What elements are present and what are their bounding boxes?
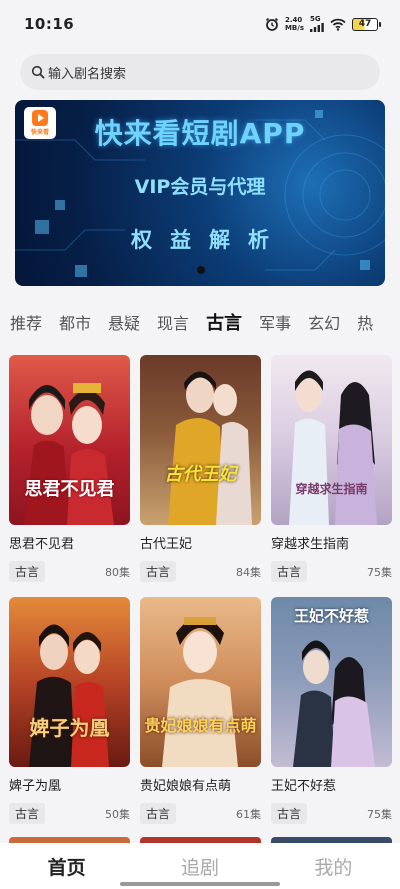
banner-title: 快来看短剧APP bbox=[94, 117, 306, 150]
episode-count: 50集 bbox=[105, 807, 130, 821]
drama-meta: 古言 75集 bbox=[271, 561, 392, 582]
status-time: 10:16 bbox=[24, 15, 75, 33]
episode-count: 80集 bbox=[105, 565, 130, 579]
poster-figures bbox=[29, 624, 109, 767]
nav-home[interactable]: 首页 bbox=[48, 853, 86, 880]
search-icon bbox=[31, 65, 45, 79]
poster-figures bbox=[168, 371, 252, 525]
category-tabs: 推荐 都市 悬疑 现言 古言 军事 玄幻 热 bbox=[0, 304, 400, 340]
genre-badge: 古言 bbox=[271, 561, 308, 582]
nav-profile[interactable]: 我的 bbox=[314, 853, 352, 880]
poster-title: 古代王妃 bbox=[164, 464, 237, 485]
drama-title[interactable]: 婢子为凰 bbox=[9, 779, 130, 795]
drama-meta: 古言 50集 bbox=[9, 803, 130, 824]
tab-military[interactable]: 军事 bbox=[259, 310, 291, 334]
poster-title: 思君不见君 bbox=[24, 479, 115, 500]
episode-count: 75集 bbox=[367, 565, 392, 579]
network-type: 5G bbox=[310, 15, 321, 23]
tab-hot[interactable]: 热 bbox=[357, 310, 373, 334]
drama-title[interactable]: 穿越求生指南 bbox=[271, 537, 392, 553]
genre-badge: 古言 bbox=[271, 803, 308, 824]
tab-modern-romance[interactable]: 现言 bbox=[157, 310, 189, 334]
tab-ancient-romance[interactable]: 古言 bbox=[206, 309, 242, 335]
drama-title[interactable]: 古代王妃 bbox=[140, 537, 261, 553]
drama-card[interactable]: 贵妃娘娘有点萌 贵妃娘娘有点萌 古言 61集 bbox=[140, 597, 261, 824]
drama-title[interactable]: 王妃不好惹 bbox=[271, 779, 392, 795]
drama-poster[interactable]: 婢子为凰 bbox=[9, 597, 130, 767]
poster-title: 贵妃娘娘有点萌 bbox=[144, 716, 257, 735]
wifi-icon bbox=[330, 18, 346, 31]
search-input[interactable]: 输入剧名搜索 bbox=[20, 54, 380, 90]
drama-meta: 古言 61集 bbox=[140, 803, 261, 824]
drama-title[interactable]: 贵妃娘娘有点萌 bbox=[140, 779, 261, 795]
net-speed: 2.40 MB/s bbox=[285, 16, 304, 32]
tab-suspense[interactable]: 悬疑 bbox=[108, 310, 140, 334]
drama-poster[interactable]: 王妃不好惹 bbox=[271, 597, 392, 767]
genre-badge: 古言 bbox=[140, 561, 177, 582]
poster-title: 穿越求生指南 bbox=[295, 482, 368, 496]
tab-fantasy[interactable]: 玄幻 bbox=[308, 310, 340, 334]
net-speed-value: 2.40 bbox=[284, 16, 303, 24]
drama-card[interactable]: 婢子为凰 婢子为凰 古言 50集 bbox=[9, 597, 130, 824]
drama-poster[interactable]: 古代王妃 bbox=[140, 355, 261, 525]
tab-urban[interactable]: 都市 bbox=[59, 310, 91, 334]
tab-recommend[interactable]: 推荐 bbox=[10, 310, 42, 334]
promo-banner[interactable]: 快来看 快来看短剧APP VIP会员与代理 权益解析 bbox=[15, 100, 385, 286]
search-placeholder: 输入剧名搜索 bbox=[48, 66, 127, 82]
genre-badge: 古言 bbox=[9, 561, 46, 582]
home-indicator[interactable] bbox=[120, 882, 280, 886]
banner-tagline: 权益解析 bbox=[131, 228, 287, 252]
drama-card[interactable]: 穿越求生指南 穿越求生指南 古言 75集 bbox=[271, 355, 392, 582]
poster-figures bbox=[289, 370, 377, 525]
drama-meta: 古言 75集 bbox=[271, 803, 392, 824]
nav-following[interactable]: 追剧 bbox=[181, 853, 219, 880]
drama-card[interactable]: 王妃不好惹 王妃不好惹 古言 75集 bbox=[271, 597, 392, 824]
drama-meta: 古言 84集 bbox=[140, 561, 261, 582]
episode-count: 75集 bbox=[367, 807, 392, 821]
drama-poster[interactable]: 贵妃娘娘有点萌 bbox=[140, 597, 261, 767]
battery-icon: 47 bbox=[352, 17, 381, 31]
status-bar: 10:16 2.40 MB/s 5G 47 bbox=[0, 0, 400, 48]
poster-title: 王妃不好惹 bbox=[293, 607, 369, 625]
banner-subtitle: VIP会员与代理 bbox=[134, 176, 266, 198]
drama-card[interactable]: 思君不见君 思君不见君 古言 80集 bbox=[9, 355, 130, 582]
carousel-indicator[interactable] bbox=[197, 266, 205, 274]
genre-badge: 古言 bbox=[140, 803, 177, 824]
drama-poster[interactable]: 穿越求生指南 bbox=[271, 355, 392, 525]
net-speed-unit: MB/s bbox=[284, 24, 304, 32]
poster-title: 婢子为凰 bbox=[29, 716, 110, 740]
drama-title[interactable]: 思君不见君 bbox=[9, 537, 130, 553]
episode-count: 61集 bbox=[236, 807, 261, 821]
poster-figures bbox=[162, 617, 238, 767]
genre-badge: 古言 bbox=[9, 803, 46, 824]
status-icons: 2.40 MB/s 5G 47 bbox=[265, 16, 381, 32]
alarm-icon bbox=[265, 17, 279, 31]
drama-meta: 古言 80集 bbox=[9, 561, 130, 582]
drama-poster[interactable]: 思君不见君 bbox=[9, 355, 130, 525]
episode-count: 84集 bbox=[236, 565, 261, 579]
drama-card[interactable]: 古代王妃 古代王妃 古言 84集 bbox=[140, 355, 261, 582]
signal-icon: 5G bbox=[310, 16, 324, 32]
